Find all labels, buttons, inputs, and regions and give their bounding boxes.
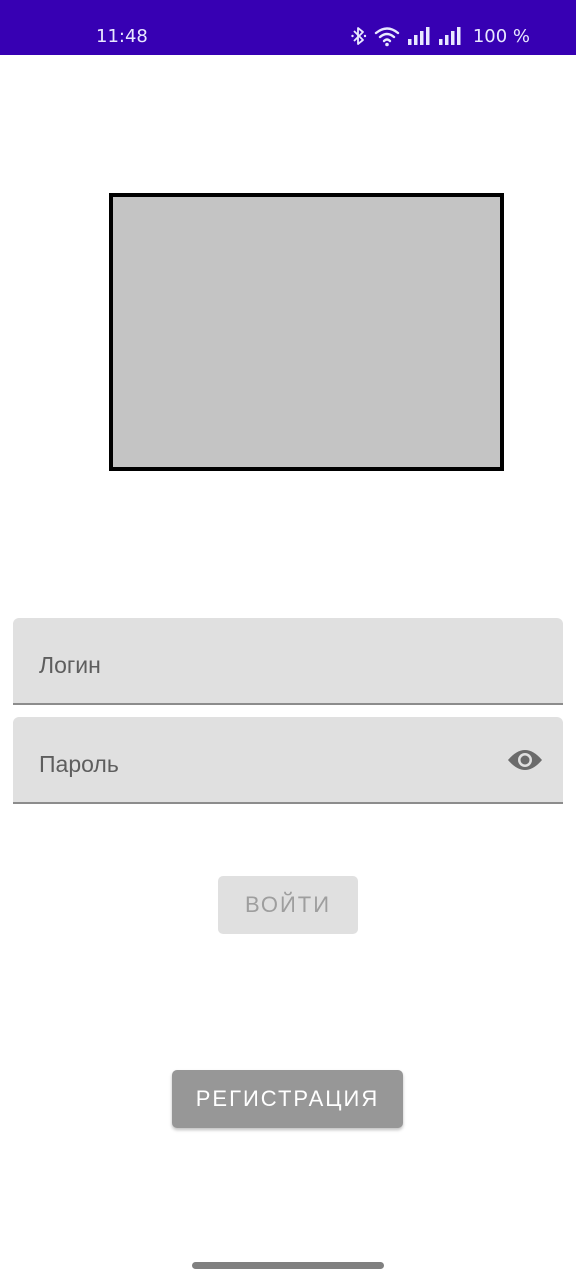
signal-icon [407, 27, 430, 45]
password-field[interactable]: Пароль [13, 717, 563, 804]
status-time: 11:48 [96, 26, 148, 47]
logo-image-placeholder [109, 193, 504, 471]
login-field-label: Логин [39, 652, 101, 678]
bluetooth-icon [351, 27, 367, 45]
register-button[interactable]: РЕГИСТРАЦИЯ [172, 1070, 403, 1128]
status-bar: 11:48 100 % [0, 0, 576, 55]
status-icons: 100 % [351, 24, 530, 48]
login-button[interactable]: ВОЙТИ [218, 876, 358, 934]
wifi-icon [374, 27, 400, 47]
home-indicator[interactable] [192, 1262, 384, 1269]
signal-icon [438, 27, 461, 45]
eye-icon[interactable] [507, 746, 543, 774]
battery-text: 100 % [472, 25, 530, 47]
password-field-label: Пароль [39, 751, 119, 777]
login-field[interactable]: Логин [13, 618, 563, 705]
